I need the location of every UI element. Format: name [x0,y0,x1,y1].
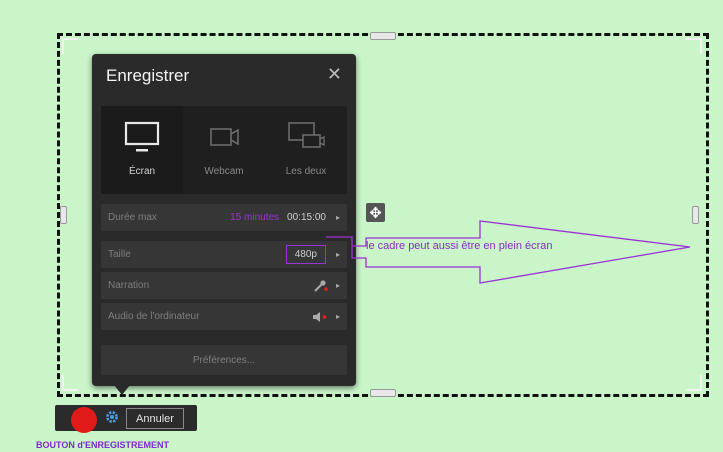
duration-value: 00:15:00 [287,212,326,223]
duration-note: 15 minutes [230,212,280,223]
preferences-button[interactable]: Préférences... [101,345,347,375]
mode-webcam-label: Webcam [204,166,244,177]
monitor-icon [124,121,160,152]
chevron-right-icon: ▸ [335,250,340,259]
chevron-right-icon: ▸ [335,281,340,290]
panel-pointer [114,385,130,395]
gear-icon[interactable] [105,410,119,424]
size-label: Taille [108,249,131,260]
computer-audio-label: Audio de l'ordinateur [108,311,200,322]
size-row[interactable]: Taille 480p ▸ [101,241,347,268]
narration-row[interactable]: Narration ▸ [101,272,347,299]
panel-title: Enregistrer [106,66,190,85]
computer-audio-row[interactable]: Audio de l'ordinateur ▸ [101,303,347,330]
frame-corner-bottom-left[interactable] [62,375,78,391]
duration-row[interactable]: Durée max 15 minutes 00:15:00 ▸ [101,204,347,231]
mode-screen[interactable]: Écran [101,106,183,194]
both-screens-icon [288,122,325,148]
chevron-right-icon: ▸ [335,213,340,222]
recorder-bar: Annuler [55,405,197,433]
frame-corner-top-right[interactable] [686,38,702,54]
frame-handle-bottom[interactable] [370,389,396,397]
mode-selector: Écran Webcam Les deux [101,106,347,194]
speaker-icon [312,311,327,322]
frame-handle-right[interactable] [692,206,699,224]
microphone-icon [314,279,328,292]
frame-corner-top-left[interactable] [62,38,78,54]
mode-webcam[interactable]: Webcam [183,106,265,194]
size-value: 480p [285,245,326,264]
record-button-caption: BOUTON d'ENREGISTREMENT [36,440,169,450]
mode-screen-label: Écran [128,166,156,177]
record-panel: Enregistrer ✕ Écran Webcam Les deux Duré… [92,54,356,386]
duration-label: Durée max [108,212,157,223]
move-icon[interactable]: ✥ [366,203,385,222]
chevron-right-icon: ▸ [335,312,340,321]
webcam-icon [210,128,239,146]
close-icon[interactable]: ✕ [327,64,342,85]
cancel-button[interactable]: Annuler [126,408,184,429]
record-button[interactable] [71,407,97,433]
frame-handle-top[interactable] [370,32,396,40]
frame-handle-left[interactable] [60,206,67,224]
frame-corner-bottom-right[interactable] [686,375,702,391]
narration-label: Narration [108,280,150,291]
mode-both-label: Les deux [285,166,327,177]
callout-text: le cadre peut aussi être en plein écran [366,240,553,252]
mode-both[interactable]: Les deux [265,106,347,194]
